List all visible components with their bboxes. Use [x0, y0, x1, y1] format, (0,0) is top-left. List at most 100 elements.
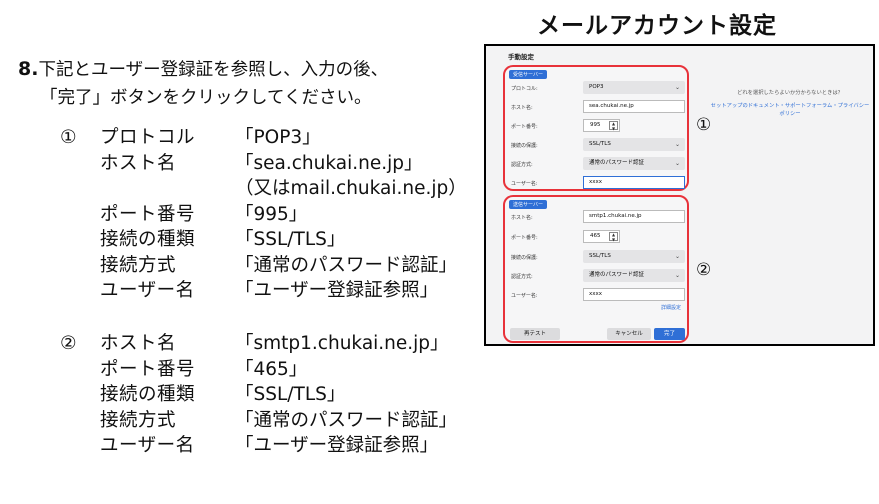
step-line-1: 下記とユーザー登録証を参照し、入力の後、 [38, 60, 389, 80]
setting-value: 「POP3」 [235, 127, 321, 148]
settings-row: ポート番号 「995」 [60, 202, 467, 228]
security-value: SSL/TLS [589, 141, 611, 147]
manual-setup-dialog: 手動設定 受信サーバー プロトコル: POP3 ⌄ ホスト名: sea.chuk… [484, 44, 875, 346]
incoming-username-input[interactable]: xxxx [583, 176, 685, 189]
setting-label: 接続方式 [100, 254, 177, 276]
outgoing-server-group: 送信サーバー ホスト名: smtp1.chukai.ne.jp ポート番号: 4… [503, 195, 689, 343]
settings-row: 接続方式 「通常のパスワード認証」 [60, 253, 467, 279]
setting-value: 「995」 [235, 203, 308, 225]
security-row: 接続の保護: SSL/TLS ⌄ [505, 138, 687, 154]
settings-row: ユーザー名 「ユーザー登録証参照」 [60, 433, 457, 459]
auth-row: 認証方式: 通常のパスワード認証 ⌄ [505, 157, 687, 173]
protocol-row: プロトコル: POP3 ⌄ [505, 81, 687, 97]
incoming-server-group: 受信サーバー プロトコル: POP3 ⌄ ホスト名: sea.chukai.ne… [503, 65, 689, 191]
user-label: ユーザー名: [511, 293, 538, 299]
incoming-security-select[interactable]: SSL/TLS ⌄ [583, 138, 685, 151]
setting-label: 接続の種類 [100, 384, 196, 405]
outgoing-auth-select[interactable]: 通常のパスワード認証 ⌄ [583, 269, 685, 282]
spinner-arrows-icon[interactable]: ▲ ▼ [609, 232, 618, 241]
host-row: ホスト名: sea.chukai.ne.jp [505, 100, 687, 116]
setting-value: 「smtp1.chukai.ne.jp」 [235, 333, 449, 354]
user-row: ユーザー名: xxxx [505, 176, 687, 192]
outgoing-host-input[interactable]: smtp1.chukai.ne.jp [583, 210, 685, 223]
port-label: ポート番号: [511, 235, 538, 241]
settings-row: 接続の種類 「SSL/TLS」 [60, 382, 457, 408]
step-line-2: 「完了」ボタンをクリックしてください。 [40, 88, 372, 108]
chevron-down-icon: ⌄ [674, 141, 680, 148]
incoming-auth-select[interactable]: 通常のパスワード認証 ⌄ [583, 157, 685, 170]
port-row: ポート番号: 995 ▲ ▼ [505, 119, 687, 135]
outgoing-security-select[interactable]: SSL/TLS ⌄ [583, 250, 685, 263]
auth-value: 通常のパスワード認証 [589, 160, 645, 166]
setting-value: （又はmail.chukai.ne.jp） [235, 178, 467, 199]
outgoing-username-input[interactable]: xxxx [583, 288, 685, 301]
protocol-label: プロトコル: [511, 86, 538, 92]
auth-label: 認証方式: [511, 274, 533, 280]
block-mark: ② [60, 333, 77, 354]
step-instruction: 8.下記とユーザー登録証を参照し、入力の後、 「完了」ボタンをクリックしてくださ… [18, 55, 388, 112]
setting-label: 接続の種類 [100, 229, 196, 250]
auth-row: 認証方式: 通常のパスワード認証 ⌄ [505, 269, 687, 285]
incoming-port-stepper[interactable]: 995 ▲ ▼ [583, 119, 620, 132]
settings-row: ② ホスト名 「smtp1.chukai.ne.jp」 [60, 331, 457, 357]
setting-value: 「SSL/TLS」 [235, 384, 346, 405]
chevron-down-icon: ⌄ [674, 253, 680, 260]
outgoing-settings-list: ② ホスト名 「smtp1.chukai.ne.jp」 ポート番号 「465」 … [60, 331, 457, 459]
auth-value: 通常のパスワード認証 [589, 272, 645, 278]
settings-row: ユーザー名 「ユーザー登録証参照」 [60, 278, 467, 304]
retest-button[interactable]: 再テスト [510, 328, 560, 340]
port-label: ポート番号: [511, 124, 538, 130]
setting-label: ホスト名 [100, 333, 177, 354]
advanced-settings-link[interactable]: 詳細設定 [661, 304, 681, 311]
help-question: どれを選択したらよいか分からないときは？ [737, 90, 843, 96]
setting-label: プロトコル [100, 127, 196, 148]
host-label: ホスト名: [511, 105, 533, 111]
outgoing-port-stepper[interactable]: 465 ▲ ▼ [583, 230, 620, 243]
port-value: 995 [590, 122, 601, 128]
setting-value: 「通常のパスワード認証」 [235, 254, 458, 276]
security-label: 接続の保護: [511, 255, 538, 261]
page-title: メールアカウント設定 [537, 13, 777, 39]
setting-value: 「SSL/TLS」 [235, 229, 346, 250]
settings-row: ① プロトコル 「POP3」 [60, 125, 467, 151]
user-row: ユーザー名: xxxx [505, 288, 687, 304]
setting-label [100, 176, 235, 202]
user-label: ユーザー名: [511, 181, 538, 187]
chevron-down-icon: ⌄ [674, 272, 680, 279]
port-row: ポート番号: 465 ▲ ▼ [505, 230, 687, 246]
security-value: SSL/TLS [589, 253, 611, 259]
spinner-arrows-icon[interactable]: ▲ ▼ [609, 121, 618, 130]
security-label: 接続の保護: [511, 143, 538, 149]
protocol-value: POP3 [589, 84, 604, 90]
chevron-down-icon: ⌄ [674, 160, 680, 167]
settings-row: ポート番号 「465」 [60, 357, 457, 383]
settings-row: 接続方式 「通常のパスワード認証」 [60, 408, 457, 434]
instructions-panel: 8.下記とユーザー登録証を参照し、入力の後、 「完了」ボタンをクリックしてくださ… [0, 0, 480, 504]
protocol-select[interactable]: POP3 ⌄ [583, 81, 685, 94]
setting-value: 「ユーザー登録証参照」 [235, 435, 439, 456]
outgoing-server-tag: 送信サーバー [509, 200, 547, 209]
settings-row: （又はmail.chukai.ne.jp） [60, 176, 467, 202]
step-number: 8. [18, 58, 39, 80]
help-links[interactable]: セットアップのドキュメント・サポートフォーラム・プライバシーポリシー [710, 101, 870, 117]
setting-label: ユーザー名 [100, 280, 195, 301]
setting-value: 「465」 [235, 358, 308, 380]
help-section: どれを選択したらよいか分からないときは？ セットアップのドキュメント・サポートフ… [710, 88, 870, 117]
setting-value: 「通常のパスワード認証」 [235, 409, 458, 431]
settings-row: 接続の種類 「SSL/TLS」 [60, 227, 467, 253]
auth-label: 認証方式: [511, 162, 533, 168]
setting-label: ポート番号 [100, 358, 196, 380]
cancel-button[interactable]: キャンセル [607, 328, 651, 340]
setting-label: ユーザー名 [100, 435, 195, 456]
setting-label: ホスト名 [100, 152, 177, 174]
block-mark: ① [60, 127, 77, 148]
dialog-title: 手動設定 [508, 53, 534, 61]
incoming-settings-list: ① プロトコル 「POP3」 ホスト名 「sea.chukai.ne.jp」 （… [60, 125, 467, 304]
callout-1: ① [696, 115, 712, 135]
chevron-down-icon: ⌄ [674, 84, 680, 91]
setting-label: 接続方式 [100, 409, 177, 431]
host-label: ホスト名: [511, 215, 533, 221]
incoming-host-input[interactable]: sea.chukai.ne.jp [583, 100, 685, 113]
done-button[interactable]: 完了 [654, 328, 685, 340]
port-value: 465 [590, 233, 601, 239]
